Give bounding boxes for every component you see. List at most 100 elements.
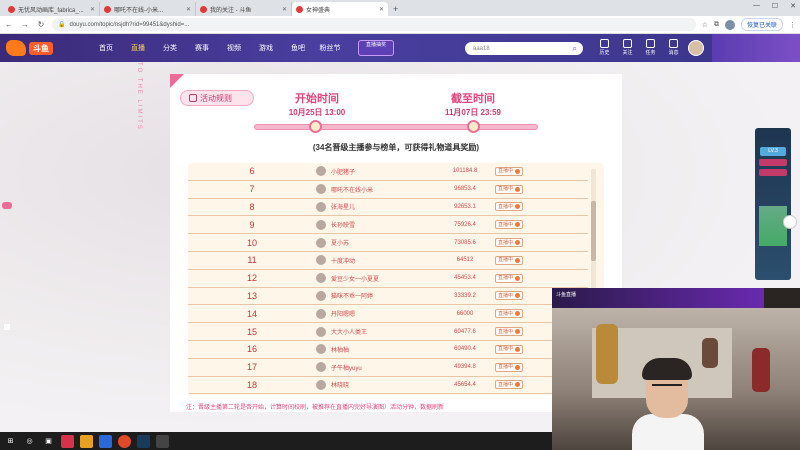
live-status-badge[interactable]: 直播中 [495, 220, 524, 230]
search-taskbar-icon[interactable]: ◎ [23, 435, 36, 448]
live-status-badge[interactable]: 直播中 [495, 362, 524, 372]
table-row[interactable]: 14 丹阳嗯嗯 66000 直播中 [188, 305, 588, 324]
back-icon[interactable]: ← [4, 20, 14, 29]
side-float-tab[interactable] [2, 202, 12, 209]
message-button[interactable]: 消息 [662, 39, 685, 56]
close-window-icon[interactable]: ✕ [790, 2, 796, 10]
streamer-name[interactable]: 哪吒不在线小米 [331, 185, 439, 194]
avatar[interactable] [316, 308, 326, 319]
browser-tab[interactable]: 哪吒不在线-小米... ✕ [100, 2, 196, 16]
table-row[interactable]: 8 张海星儿 92653.1 直播中 [188, 199, 588, 217]
streamer-name[interactable]: 长孙映雪 [331, 220, 439, 229]
avatar[interactable] [316, 290, 326, 301]
profile-avatar[interactable] [724, 19, 735, 30]
close-icon[interactable]: ✕ [379, 6, 384, 13]
streamer-name[interactable]: 爱豆少女一小夏夏 [331, 274, 439, 283]
maximize-icon[interactable]: ☐ [772, 2, 778, 10]
url-input[interactable]: 🔒 douyu.com/topic/nsjdh?rid=99451&dyshid=… [52, 18, 696, 31]
rules-button[interactable]: 活动规则 [180, 90, 254, 106]
nav-item[interactable]: 鱼吧 [282, 43, 314, 53]
streamer-name[interactable]: 林晓晓 [331, 380, 439, 389]
avatar[interactable] [316, 184, 326, 195]
steam-icon[interactable] [137, 434, 150, 448]
site-logo[interactable]: 斗鱼 [6, 38, 78, 58]
live-status-badge[interactable]: 直播中 [495, 291, 524, 301]
live-status-badge[interactable]: 直播中 [495, 184, 524, 194]
extensions-icon[interactable]: ⧉ [714, 21, 719, 29]
table-row[interactable]: 6 小肥猪子 101184.8 直播中 [188, 163, 588, 181]
avatar[interactable] [316, 362, 326, 373]
side-collapse-button[interactable] [783, 215, 797, 229]
live-status-badge[interactable]: 直播中 [495, 166, 524, 176]
resume-button[interactable]: 恢复已关联 [740, 18, 783, 31]
avatar[interactable] [316, 237, 326, 248]
live-status-badge[interactable]: 直播中 [495, 273, 524, 283]
live-status-badge[interactable]: 直播中 [495, 255, 524, 265]
table-row[interactable]: 18 林晓晓 45654.4 直播中 [188, 377, 588, 395]
close-icon[interactable]: ✕ [186, 6, 191, 13]
avatar[interactable] [316, 273, 326, 284]
streamer-name[interactable]: 张海星儿 [331, 202, 439, 211]
nav-item[interactable]: 粉丝节 [314, 43, 346, 53]
streamer-name[interactable]: 猫咪不乖一阿婷 [331, 291, 439, 300]
task-button[interactable]: 任务 [639, 39, 662, 56]
windows-start-icon[interactable]: ⊞ [4, 434, 17, 448]
avatar[interactable] [316, 255, 326, 266]
chrome-icon[interactable] [118, 434, 131, 448]
app-icon[interactable] [61, 434, 74, 448]
live-status-badge[interactable]: 直播中 [495, 344, 524, 354]
live-status-badge[interactable]: 直播中 [495, 309, 524, 319]
streamer-name[interactable]: 夏小苏 [331, 238, 439, 247]
avatar[interactable] [316, 344, 326, 355]
browser-tab[interactable]: 我的关注 - 斗鱼 ✕ [196, 2, 292, 16]
live-status-badge[interactable]: 直播中 [495, 202, 524, 212]
scrollbar-thumb[interactable] [591, 201, 596, 261]
browser-tab-active[interactable]: 女神盛典 ✕ [292, 2, 388, 16]
table-row[interactable]: 17 子午柚yuyu 49394.8 直播中 [188, 359, 588, 377]
close-icon[interactable]: ✕ [90, 6, 95, 13]
avatar[interactable] [316, 201, 326, 212]
search-input[interactable]: aaa18 ⌕ [465, 42, 583, 55]
table-row[interactable]: 13 猫咪不乖一阿婷 33339.2 直播中 [188, 288, 588, 306]
streamer-name[interactable]: 林柚柚 [331, 345, 439, 354]
taskview-icon[interactable]: ▣ [42, 435, 55, 448]
streamer-name[interactable]: 子午柚yuyu [331, 363, 439, 372]
streamer-name[interactable]: 十度冲动 [331, 256, 439, 265]
table-row[interactable]: 16 林柚柚 60490.4 直播中 [188, 341, 588, 359]
app-icon[interactable] [80, 434, 93, 448]
new-tab-button[interactable]: + [388, 2, 403, 16]
table-row[interactable]: 10 夏小苏 73085.6 直播中 [188, 234, 588, 252]
history-button[interactable]: 历史 [593, 39, 616, 56]
live-status-badge[interactable]: 直播中 [495, 238, 524, 248]
star-icon[interactable]: ☆ [702, 21, 708, 29]
table-row[interactable]: 9 长孙映雪 75926.4 直播中 [188, 216, 588, 235]
live-status-badge[interactable]: 直播中 [495, 327, 524, 337]
table-row[interactable]: 11 十度冲动 64512 直播中 [188, 252, 588, 270]
menu-icon[interactable]: ⋮ [789, 21, 796, 29]
nav-item[interactable]: 首页 [90, 43, 122, 53]
app-icon[interactable] [156, 434, 169, 448]
minimize-icon[interactable]: — [753, 2, 760, 10]
user-avatar[interactable] [688, 40, 704, 56]
nav-item[interactable]: 赛事 [186, 43, 218, 53]
avatar[interactable] [316, 326, 326, 337]
promo-badge[interactable]: 直播抽奖 [358, 40, 394, 56]
table-row[interactable]: 7 哪吒不在线小米 96853.4 直播中 [188, 181, 588, 199]
search-icon[interactable]: ⌕ [573, 44, 577, 54]
side-widget[interactable]: LV.3 [755, 128, 791, 280]
streamer-name[interactable]: 丹阳嗯嗯 [331, 309, 439, 318]
nav-item[interactable]: 直播 [122, 43, 154, 53]
table-row[interactable]: 15 大大小人类王 60477.6 直播中 [188, 323, 588, 341]
live-status-badge[interactable]: 直播中 [495, 380, 524, 390]
streamer-name[interactable]: 小肥猪子 [331, 167, 439, 176]
forward-icon[interactable]: → [20, 20, 30, 29]
browser-tab[interactable]: 无忧风动画库_fabrica_... ✕ [4, 2, 100, 16]
close-icon[interactable]: ✕ [282, 6, 287, 13]
avatar[interactable] [316, 219, 326, 230]
reload-icon[interactable]: ↻ [36, 20, 46, 29]
avatar[interactable] [316, 166, 326, 177]
nav-item[interactable]: 游戏 [250, 43, 282, 53]
nav-item[interactable]: 分类 [154, 43, 186, 53]
follow-button[interactable]: 关注 [616, 39, 639, 56]
app-icon[interactable] [99, 434, 112, 448]
